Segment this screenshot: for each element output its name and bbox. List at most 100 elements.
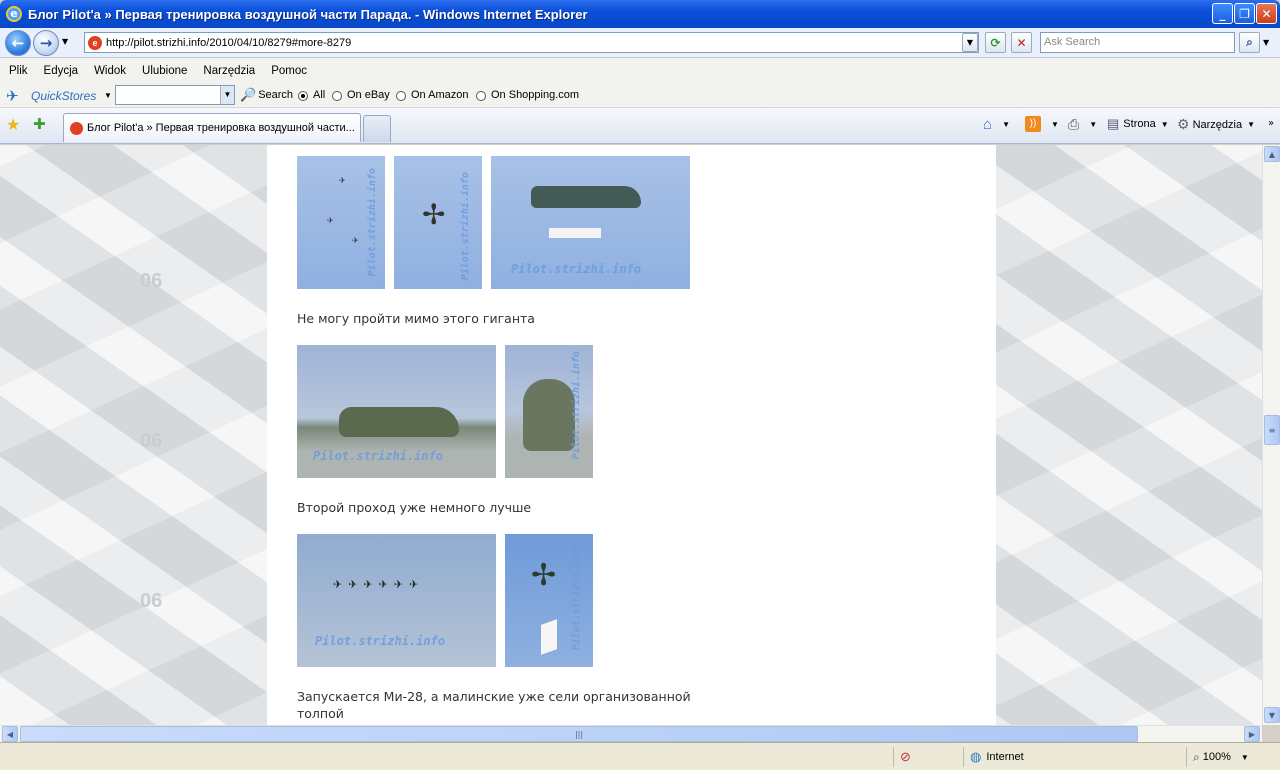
feeds-dropdown-icon[interactable]: ▼ [1051,120,1059,129]
photo-mi26-front[interactable]: Pilot.strizhi.info [505,345,593,478]
menu-edit[interactable]: Edycja [44,65,79,77]
menu-help[interactable]: Pomoc [271,65,307,77]
scroll-right-button[interactable]: ▶ [1244,726,1260,742]
site-favicon: e [88,35,102,50]
window-title: Блог Pilot'a » Первая тренировка воздушн… [28,6,588,22]
page-menu-label: Strona [1123,118,1156,130]
photo-helicopter-top[interactable]: Pilot.strizhi.info ✢ [394,156,482,289]
blocked-icon: ⊘ [900,749,911,764]
zoom-level: 100% [1202,751,1231,763]
radio-shopping[interactable]: On Shopping.com [476,89,579,101]
photo-helicopter-flag[interactable]: ✢ Pilot.strizhi.info [505,534,593,667]
tools-dropdown-icon: ▼ [1247,120,1256,129]
helicopter-body [523,379,575,451]
back-button[interactable]: ← [5,30,31,56]
page-menu-button[interactable]: ▤ Strona ▼ [1107,116,1169,132]
photo-watermark: Pilot.strizhi.info [511,262,642,276]
helicopter-dot: ✈ [327,216,334,225]
quickstores-search-label: Search [258,89,294,101]
quickstores-label[interactable]: QuickStores [31,89,96,103]
quickstores-dropdown-icon[interactable]: ▼ [104,91,112,100]
quickstores-logo-icon: ✈ [6,88,19,105]
scroll-thumb[interactable]: ≡ [1264,415,1280,445]
magnifier-icon: 🔎 [240,87,257,102]
add-favorite-icon[interactable]: ✚ [33,115,46,133]
photo-formation-pass[interactable]: ✈✈✈✈✈✈ Pilot.strizhi.info [297,534,496,667]
close-button[interactable]: ✕ [1256,3,1277,24]
zone-label: Internet [986,751,1024,763]
home-button[interactable]: ⌂ ▼ [983,116,1010,133]
tab-bar: ★ ✚ Блог Pilot'a » Первая тренировка воз… [0,108,1280,144]
new-tab-button[interactable] [363,115,391,142]
home-dropdown-icon[interactable]: ▼ [1002,120,1010,129]
scroll-up-button[interactable]: ▲ [1264,146,1280,162]
background-mark: 06 [140,430,163,452]
address-field[interactable]: e http://pilot.strizhi.info/2010/04/10/8… [84,32,979,53]
stop-button[interactable]: ✕ [1011,32,1032,53]
print-button[interactable]: ⎙ ▼ [1068,116,1097,133]
quickstores-toolbar: ✈ QuickStores ▼ ▼ 🔎 Search All On eBay O… [0,84,1280,108]
refresh-button[interactable]: ⟳ [985,32,1006,53]
photo-watermark: Pilot.strizhi.info [367,168,378,277]
photo-helicopter-formation[interactable]: Pilot.strizhi.info ✈ ✈ ✈ [297,156,385,289]
radio-dot [298,91,308,101]
chevron-right-icon[interactable]: » [1268,118,1274,129]
horizontal-scroll-thumb[interactable]: ||| [20,726,1138,742]
favorites-star-icon[interactable]: ★ [6,115,20,134]
vertical-scrollbar[interactable]: ▲ ≡ ▼ [1262,145,1280,725]
menu-bar: Plik Edycja Widok Ulubione Narzędzia Pom… [0,58,1280,84]
quickstores-search-button[interactable]: 🔎 Search [240,87,293,103]
tab-active[interactable]: Блог Pilot'a » Первая тренировка воздушн… [63,113,361,142]
menu-file[interactable]: Plik [9,65,28,77]
home-icon: ⌂ [983,116,993,133]
search-icon[interactable]: ⌕ [1239,32,1260,53]
radio-ebay[interactable]: On eBay [332,89,390,101]
print-dropdown-icon[interactable]: ▼ [1089,120,1097,129]
menu-tools[interactable]: Narzędzia [203,65,255,77]
scroll-left-button[interactable]: ◀ [2,726,18,742]
forward-button[interactable]: → [33,30,59,56]
zoom-dropdown-icon: ▼ [1240,752,1249,762]
globe-icon: ◍ [970,749,982,764]
radio-ebay-label: On eBay [347,89,390,101]
caption-1: Не могу пройти мимо этого гиганта [297,311,535,326]
history-dropdown-icon[interactable]: ▼ [62,37,68,46]
horizontal-scrollbar[interactable]: ◀ ||| ▶ [0,725,1262,742]
zoom-icon: ⌕ [1193,749,1200,764]
photo-helicopter-side[interactable]: Pilot.strizhi.info [491,156,690,289]
radio-all[interactable]: All [298,89,325,101]
address-dropdown-button[interactable]: ▼ [962,33,978,52]
photo-mi26-side[interactable]: Pilot.strizhi.info [297,345,496,478]
background-mark: 06 [140,270,163,292]
menu-view[interactable]: Widok [94,65,126,77]
radio-dot [396,91,406,101]
formation-marks: ✈✈✈✈✈✈ [333,578,425,591]
helicopter-body [531,186,641,208]
photo-watermark: Pilot.strizhi.info [313,449,444,463]
printer-icon: ⎙ [1068,116,1080,132]
feeds-button[interactable]: )) ▼ [1025,116,1059,132]
caption-2: Второй проход уже немного лучше [297,500,532,515]
page-dropdown-icon: ▼ [1160,119,1169,129]
security-zone[interactable]: ◍ Internet [963,747,1183,767]
status-bar: ⊘ ◍ Internet ⌕ 100% ▼ [0,742,1280,770]
maximize-button[interactable]: ❐ [1234,3,1255,24]
zoom-control[interactable]: ⌕ 100% ▼ [1186,747,1280,767]
minimize-button[interactable]: _ [1212,3,1233,24]
ie-logo-icon: e [6,6,22,22]
radio-amazon[interactable]: On Amazon [396,89,468,101]
menu-favorites[interactable]: Ulubione [142,65,187,77]
helicopter-dot: ✈ [352,236,359,245]
rotor-icon: ✢ [531,558,557,593]
quickstores-search-input[interactable]: ▼ [115,85,235,105]
search-options-icon[interactable]: ▼ [1263,38,1269,47]
tools-menu-button[interactable]: ⚙ Narzędzia ▼ [1177,116,1255,133]
flag-shape [541,619,557,655]
photo-watermark: Pilot.strizhi.info [460,172,471,281]
scroll-down-button[interactable]: ▼ [1264,707,1280,723]
popup-blocker-indicator[interactable]: ⊘ [893,747,923,767]
radio-dot [332,91,342,101]
window-titlebar: e Блог Pilot'a » Первая тренировка возду… [0,0,1280,28]
address-toolbar: ← → ▼ e http://pilot.strizhi.info/2010/0… [0,28,1280,58]
search-input[interactable]: Ask Search [1040,32,1235,53]
